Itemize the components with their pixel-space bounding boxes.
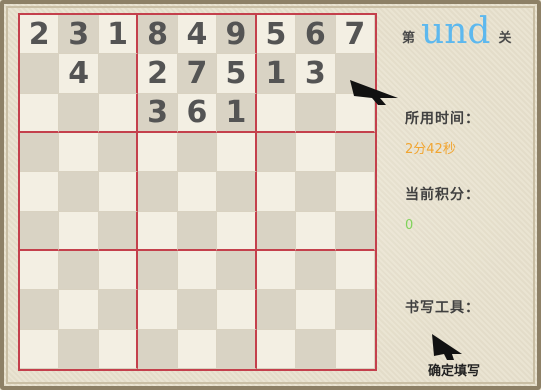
- sudoku-cell[interactable]: [138, 290, 178, 330]
- sudoku-cell[interactable]: 4: [59, 54, 99, 94]
- time-value: 2分42秒: [405, 142, 456, 157]
- sudoku-cell[interactable]: [296, 93, 336, 133]
- sudoku-cell[interactable]: [217, 290, 257, 330]
- sudoku-cell[interactable]: 3: [59, 15, 99, 55]
- sudoku-cell[interactable]: 8: [138, 15, 178, 55]
- sudoku-cell[interactable]: [138, 172, 178, 212]
- sudoku-cell[interactable]: [335, 329, 375, 369]
- sudoku-cell[interactable]: [138, 250, 178, 291]
- sudoku-cell[interactable]: [256, 172, 297, 212]
- sudoku-cell[interactable]: [217, 132, 257, 173]
- sudoku-cell[interactable]: [98, 329, 139, 369]
- sudoku-cell[interactable]: [59, 250, 99, 291]
- sudoku-cell[interactable]: [296, 172, 336, 212]
- sudoku-cell[interactable]: [177, 329, 218, 369]
- level-prefix: 第: [402, 30, 416, 46]
- sudoku-cell[interactable]: 9: [217, 15, 257, 55]
- sudoku-cell[interactable]: [59, 132, 99, 173]
- sudoku-cell[interactable]: [98, 132, 139, 173]
- sudoku-cell[interactable]: [217, 250, 257, 291]
- sudoku-cell[interactable]: [335, 211, 375, 251]
- sudoku-cell[interactable]: [20, 54, 60, 94]
- sudoku-cell[interactable]: 5: [256, 15, 297, 55]
- sudoku-cell[interactable]: [20, 132, 60, 173]
- sudoku-cell[interactable]: [98, 54, 139, 94]
- sudoku-cell[interactable]: [98, 250, 139, 291]
- confirm-fill-button[interactable]: 确定填写: [428, 360, 480, 379]
- sudoku-cell[interactable]: [98, 172, 139, 212]
- sudoku-cell[interactable]: [335, 172, 375, 212]
- sudoku-cell[interactable]: [335, 290, 375, 330]
- sudoku-cell[interactable]: [335, 132, 375, 173]
- level-indicator: 第 und 关: [402, 14, 511, 58]
- sudoku-cell[interactable]: 3: [296, 54, 336, 94]
- time-label: 所用时间：: [405, 111, 480, 127]
- sudoku-cell[interactable]: [59, 211, 99, 251]
- sudoku-cell[interactable]: 1: [256, 54, 297, 94]
- sudoku-cell[interactable]: [296, 211, 336, 251]
- sudoku-cell[interactable]: 6: [177, 93, 218, 133]
- sudoku-cell[interactable]: [59, 172, 99, 212]
- sudoku-cell[interactable]: [59, 93, 99, 133]
- sudoku-cell[interactable]: [59, 329, 99, 369]
- sudoku-cell[interactable]: [20, 211, 60, 251]
- sudoku-cell[interactable]: [217, 211, 257, 251]
- sudoku-cell[interactable]: [256, 93, 297, 133]
- sudoku-cell[interactable]: 1: [98, 15, 139, 55]
- score-label: 当前积分：: [405, 187, 480, 203]
- tools-label: 书写工具：: [405, 300, 480, 316]
- sudoku-board: 231849567427513361: [18, 13, 377, 371]
- sudoku-cell[interactable]: 5: [217, 54, 257, 94]
- sudoku-cell[interactable]: [177, 211, 218, 251]
- sudoku-cell[interactable]: [256, 132, 297, 173]
- sudoku-cell[interactable]: [20, 172, 60, 212]
- sudoku-cell[interactable]: [177, 250, 218, 291]
- sudoku-cell[interactable]: [296, 290, 336, 330]
- sudoku-cell[interactable]: [296, 329, 336, 369]
- sudoku-cell[interactable]: [296, 132, 336, 173]
- sudoku-cell[interactable]: [20, 250, 60, 291]
- sudoku-cell[interactable]: [296, 250, 336, 291]
- sudoku-cell[interactable]: [59, 290, 99, 330]
- sudoku-cell[interactable]: [177, 290, 218, 330]
- sudoku-cell[interactable]: [98, 211, 139, 251]
- sudoku-cell[interactable]: [138, 329, 178, 369]
- sudoku-cell[interactable]: [20, 329, 60, 369]
- sudoku-cell[interactable]: 1: [217, 93, 257, 133]
- sudoku-cell[interactable]: [256, 211, 297, 251]
- sudoku-cell[interactable]: 2: [138, 54, 178, 94]
- level-number: und: [421, 11, 491, 52]
- sudoku-cell[interactable]: [138, 132, 178, 173]
- level-suffix: 关: [498, 30, 512, 46]
- sudoku-cell[interactable]: [217, 172, 257, 212]
- sudoku-cell[interactable]: 4: [177, 15, 218, 55]
- sudoku-cell[interactable]: [256, 329, 297, 369]
- sudoku-cell[interactable]: [177, 172, 218, 212]
- sudoku-cell[interactable]: 2: [20, 15, 60, 55]
- score-value: 0: [405, 218, 414, 233]
- sudoku-cell[interactable]: 6: [296, 15, 336, 55]
- sudoku-cell[interactable]: 3: [138, 93, 178, 133]
- sudoku-cell[interactable]: 7: [335, 15, 375, 55]
- sudoku-cell[interactable]: [20, 93, 60, 133]
- sudoku-cell[interactable]: 7: [177, 54, 218, 94]
- sudoku-cell[interactable]: [98, 93, 139, 133]
- sudoku-cell[interactable]: [256, 290, 297, 330]
- sudoku-cell[interactable]: [138, 211, 178, 251]
- sudoku-cell[interactable]: [335, 250, 375, 291]
- sudoku-cell[interactable]: [20, 290, 60, 330]
- sudoku-cell[interactable]: [98, 290, 139, 330]
- sudoku-cell[interactable]: [256, 250, 297, 291]
- sudoku-cell[interactable]: [217, 329, 257, 369]
- sudoku-cell[interactable]: [177, 132, 218, 173]
